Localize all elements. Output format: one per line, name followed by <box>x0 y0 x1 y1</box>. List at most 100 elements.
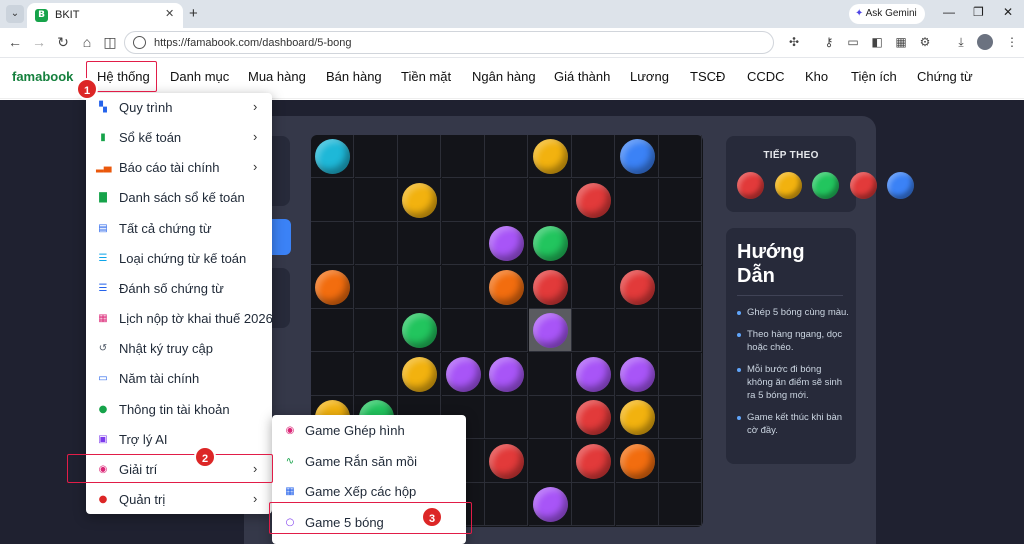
board-cell[interactable] <box>659 483 702 526</box>
board-cell[interactable] <box>615 222 659 265</box>
board-cell[interactable] <box>398 135 441 178</box>
board-cell[interactable] <box>528 396 572 439</box>
ask-gemini-button[interactable]: ✦ Ask Gemini <box>849 4 925 24</box>
nav-tscd[interactable]: TSCĐ <box>690 69 725 84</box>
menu-item[interactable]: ☰ Đánh số chứng từ <box>86 274 272 304</box>
red-ball[interactable] <box>489 443 524 479</box>
red-ball[interactable] <box>532 269 568 305</box>
new-tab-plus-icon[interactable]: + <box>189 5 198 22</box>
nav-ngan-hang[interactable]: Ngân hàng <box>472 69 536 84</box>
menu-item[interactable]: ▣ Trợ lý AI <box>86 425 272 455</box>
board-cell[interactable] <box>354 135 398 178</box>
board-cell[interactable] <box>311 222 354 265</box>
purple-ball[interactable] <box>489 226 524 261</box>
red-ball[interactable] <box>576 182 611 218</box>
menu-item[interactable]: ▭ Năm tài chính <box>86 364 272 394</box>
board-cell[interactable] <box>441 178 485 222</box>
board-cell[interactable] <box>441 222 485 265</box>
menu-item[interactable]: ▦ Lịch nộp tờ khai thuế 2026 <box>86 304 273 334</box>
purple-ball[interactable] <box>532 313 568 348</box>
close-tab-icon[interactable]: ✕ <box>165 7 174 20</box>
green-ball[interactable] <box>402 313 437 348</box>
board-cell[interactable] <box>659 396 702 439</box>
cyan-ball[interactable] <box>315 139 350 174</box>
address-bar[interactable]: https://famabook.com/dashboard/5-bong <box>124 31 774 54</box>
forward-arrow-icon[interactable]: → <box>30 34 48 50</box>
browser-tab[interactable]: B BKIT ✕ <box>27 3 183 28</box>
extensions-puzzle-icon[interactable]: ✣ <box>786 35 802 49</box>
board-cell[interactable] <box>398 222 441 265</box>
board-cell[interactable] <box>311 352 354 396</box>
board-cell[interactable] <box>659 178 702 222</box>
site-info-icon[interactable] <box>133 36 146 49</box>
menu-item[interactable]: ▮ Sổ kế toán › <box>86 123 272 153</box>
nav-mua-hang[interactable]: Mua hàng <box>248 69 306 84</box>
reload-icon[interactable]: ↻ <box>54 34 72 51</box>
red-ball[interactable] <box>576 400 611 435</box>
nav-tien-ich[interactable]: Tiện ích <box>851 69 897 84</box>
yellow-ball[interactable] <box>402 356 437 392</box>
orange-ball[interactable] <box>489 269 524 305</box>
board-cell[interactable] <box>485 178 528 222</box>
download-icon[interactable]: ⤓ <box>953 35 969 50</box>
board-cell[interactable] <box>659 135 702 178</box>
board-cell[interactable] <box>659 352 702 396</box>
purple-ball[interactable] <box>619 356 655 392</box>
board-cell[interactable] <box>528 352 572 396</box>
board-cell[interactable] <box>485 483 528 526</box>
menu-item[interactable]: ↺ Nhật ký truy cập <box>86 334 272 364</box>
nav-ban-hang[interactable]: Bán hàng <box>326 69 382 84</box>
yellow-ball[interactable] <box>619 400 655 435</box>
close-window-icon[interactable]: ✕ <box>1003 5 1013 19</box>
tab-search-chevron-icon[interactable]: ⌄ <box>6 5 24 23</box>
board-cell[interactable] <box>311 309 354 352</box>
board-cell[interactable] <box>615 309 659 352</box>
split-view-icon[interactable]: ◫ <box>101 34 119 51</box>
menu-item[interactable]: ▇ Danh sách sổ kế toán <box>86 183 272 213</box>
board-cell[interactable] <box>528 439 572 483</box>
nav-kho[interactable]: Kho <box>805 69 828 84</box>
tab-groups-icon[interactable]: ▦ <box>893 35 909 49</box>
board-cell[interactable] <box>485 135 528 178</box>
blue-ball[interactable] <box>619 139 655 174</box>
green-ball[interactable] <box>532 226 568 261</box>
board-cell[interactable] <box>441 309 485 352</box>
back-arrow-icon[interactable]: ← <box>6 34 24 50</box>
menu-item[interactable]: ▤ Tất cả chứng từ <box>86 214 272 244</box>
reading-list-icon[interactable]: ◧ <box>869 35 885 49</box>
home-icon[interactable]: ⌂ <box>78 34 96 50</box>
nav-gia-thanh[interactable]: Giá thành <box>554 69 610 84</box>
menu-item[interactable]: ☰ Loại chứng từ kế toán <box>86 244 272 274</box>
orange-ball[interactable] <box>619 443 655 479</box>
board-cell[interactable] <box>572 483 615 526</box>
profile-avatar[interactable] <box>977 34 993 50</box>
board-cell[interactable] <box>572 309 615 352</box>
translate-icon[interactable]: ⚙ <box>917 35 933 49</box>
payment-card-icon[interactable]: ▭ <box>845 35 861 49</box>
menu-item[interactable]: ▂▄ Báo cáo tài chính › <box>86 153 272 183</box>
restore-icon[interactable]: ❐ <box>973 5 984 19</box>
board-cell[interactable] <box>485 309 528 352</box>
board-cell[interactable] <box>441 135 485 178</box>
nav-danh-muc[interactable]: Danh mục <box>170 69 229 84</box>
menu-item[interactable]: ▚ Quy trình › <box>86 93 272 123</box>
nav-tien-mat[interactable]: Tiền mặt <box>401 69 451 84</box>
board-cell[interactable] <box>485 396 528 439</box>
board-cell[interactable] <box>572 222 615 265</box>
password-key-icon[interactable]: ⚷ <box>821 35 837 49</box>
board-cell[interactable] <box>354 178 398 222</box>
red-ball[interactable] <box>619 269 655 305</box>
menu-item[interactable]: ● Thông tin tài khoản <box>86 395 272 425</box>
url-text[interactable]: https://famabook.com/dashboard/5-bong <box>154 37 352 49</box>
purple-ball[interactable] <box>576 356 611 392</box>
orange-ball[interactable] <box>315 269 350 305</box>
board-cell[interactable] <box>354 222 398 265</box>
board-cell[interactable] <box>441 265 485 309</box>
submenu-item[interactable]: ∿ Game Rắn săn mồi <box>272 447 466 477</box>
red-ball[interactable] <box>576 443 611 479</box>
board-cell[interactable] <box>615 178 659 222</box>
brand-logo[interactable]: famabook <box>12 69 73 84</box>
nav-ccdc[interactable]: CCDC <box>747 69 785 84</box>
minimize-icon[interactable]: — <box>943 5 955 19</box>
board-cell[interactable] <box>398 265 441 309</box>
